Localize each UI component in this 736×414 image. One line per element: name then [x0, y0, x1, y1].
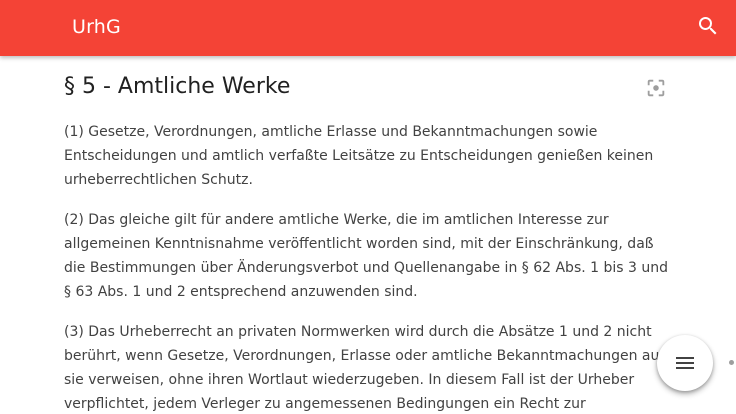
- paragraph-3: (3) Das Urheberrecht an privaten Normwer…: [64, 324, 665, 412]
- menu-icon: [676, 357, 694, 369]
- center-focus-icon: [647, 79, 665, 97]
- content-area[interactable]: § 5 - Amtliche Werke (1) Gesetze, Verord…: [0, 56, 736, 414]
- paragraph-2: (2) Das gleiche gilt für andere amtliche…: [64, 212, 669, 300]
- search-icon: [699, 17, 717, 35]
- search-button[interactable]: [696, 14, 720, 38]
- section-title: § 5 - Amtliche Werke: [64, 74, 291, 99]
- paragraph-1: (1) Gesetze, Verordnungen, amtliche Erla…: [64, 124, 654, 188]
- toc-fab-button[interactable]: [657, 335, 713, 391]
- app-title: UrhG: [72, 16, 121, 38]
- section-body: (1) Gesetze, Verordnungen, amtliche Erla…: [64, 120, 676, 414]
- scroll-indicator[interactable]: [729, 360, 734, 365]
- center-focus-button[interactable]: [645, 77, 667, 99]
- app-bar: UrhG: [0, 0, 736, 56]
